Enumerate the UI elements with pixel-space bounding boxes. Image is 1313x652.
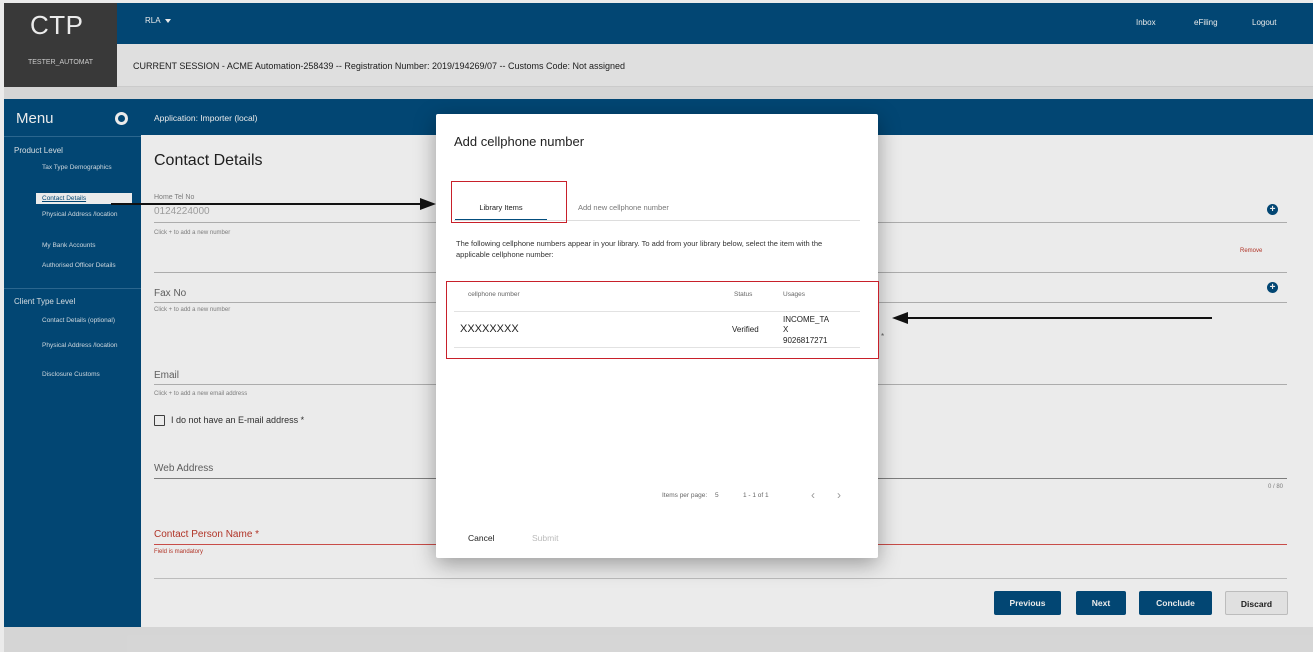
section-client-type-level: Client Type Level	[14, 297, 76, 306]
table-header-divider	[454, 311, 860, 312]
page-title: Contact Details	[154, 152, 263, 169]
session-bar: CURRENT SESSION - ACME Automation-258439…	[117, 44, 1313, 87]
footer-divider	[154, 578, 1287, 579]
add-fax-icon[interactable]: +	[1267, 282, 1278, 293]
column-usages: Usages	[783, 291, 806, 298]
annotation-arrow-left	[905, 317, 1212, 319]
arrow-head-left-icon	[892, 312, 908, 324]
logo-text: CTP	[30, 10, 84, 40]
menu-title: Menu	[16, 110, 54, 127]
usage-line-1: INCOME_TA	[783, 315, 830, 324]
sidebar-item-client-physical-address[interactable]: Physical Address /location	[42, 342, 122, 349]
nav-logout[interactable]: Logout	[1252, 18, 1276, 27]
status-cell: Verified	[732, 325, 759, 334]
submit-button[interactable]: Submit	[532, 533, 558, 543]
fax-label: Fax No	[154, 288, 187, 299]
previous-button[interactable]: Previous	[994, 591, 1061, 615]
contact-person-label: Contact Person Name *	[154, 529, 260, 540]
sidebar-item-physical-address[interactable]: Physical Address /location	[42, 211, 122, 218]
nav-inbox[interactable]: Inbox	[1136, 18, 1156, 27]
tab-library-items[interactable]: Library Items	[455, 195, 547, 221]
tab-add-new-cellphone[interactable]: Add new cellphone number	[578, 195, 669, 221]
sidebar-item-disclosure-customs[interactable]: Disclosure Customs	[42, 371, 122, 378]
sidebar-divider	[4, 288, 141, 289]
items-per-page-label: Items per page:	[662, 492, 708, 499]
current-user: TESTER_AUTOMAT	[27, 59, 94, 66]
no-email-checkbox[interactable]	[154, 415, 165, 426]
application-title: Application: Importer (local)	[154, 113, 258, 123]
home-tel-hint: Click + to add a new number	[154, 230, 231, 236]
usage-line-2: X	[783, 325, 789, 334]
no-email-label: I do not have an E-mail address *	[171, 415, 305, 425]
web-address-label: Web Address	[154, 463, 214, 474]
sidebar-item-tax-type-demographics[interactable]: Tax Type Demographics	[42, 164, 122, 171]
arrow-head-right-icon	[420, 198, 436, 210]
section-product-level: Product Level	[14, 146, 63, 155]
tab-divider	[454, 220, 860, 221]
next-page-icon[interactable]: ›	[837, 488, 841, 502]
annotation-arrow-right	[111, 203, 431, 205]
dialog-title: Add cellphone number	[454, 134, 585, 149]
caret-down-icon	[164, 18, 171, 23]
field-required-asterisk: *	[881, 332, 885, 341]
sidebar: Menu Product Level Tax Type Demographics…	[4, 99, 141, 627]
column-cellphone-number: cellphone number	[468, 291, 520, 298]
discard-button[interactable]: Discard	[1225, 591, 1288, 615]
page-range: 1 - 1 of 1	[743, 492, 769, 499]
add-home-tel-icon[interactable]: +	[1267, 204, 1278, 215]
rla-dropdown[interactable]: RLA	[145, 16, 171, 25]
column-status: Status	[734, 291, 753, 298]
home-tel-label: Home Tel No	[154, 194, 195, 201]
logo: CTP TESTER_AUTOMAT	[4, 3, 117, 87]
menu-toggle-icon[interactable]	[115, 112, 128, 125]
cellphone-number-cell: XXXXXXXX	[460, 323, 519, 335]
top-bar	[4, 3, 1313, 44]
nav-efiling[interactable]: eFiling	[1194, 18, 1218, 27]
bottom-strip	[4, 627, 1313, 652]
sidebar-item-authorised-officer[interactable]: Authorised Officer Details	[42, 262, 122, 269]
sidebar-item-bank-accounts[interactable]: My Bank Accounts	[42, 242, 122, 249]
table-row-divider	[454, 347, 860, 348]
conclude-button[interactable]: Conclude	[1139, 591, 1212, 615]
previous-page-icon[interactable]: ‹	[811, 488, 815, 502]
menu-header: Menu	[4, 99, 141, 137]
cancel-button[interactable]: Cancel	[468, 533, 494, 543]
web-address-counter: 0 / 80	[1268, 484, 1284, 490]
remove-link[interactable]: Remove	[1240, 248, 1262, 254]
items-per-page-select[interactable]: 5	[715, 492, 719, 499]
separator-strip	[4, 87, 1313, 99]
email-label: Email	[154, 370, 180, 381]
usage-line-3: 9026817271	[783, 336, 828, 345]
session-text: CURRENT SESSION - ACME Automation-258439…	[133, 61, 626, 71]
fax-hint: Click + to add a new number	[154, 307, 231, 313]
dialog-intro: The following cellphone numbers appear i…	[456, 239, 823, 259]
next-button[interactable]: Next	[1076, 591, 1126, 615]
add-cellphone-dialog: Add cellphone number Library Items Add n…	[436, 114, 878, 558]
sidebar-item-contact-details-optional[interactable]: Contact Details (optional)	[42, 317, 122, 324]
home-tel-input[interactable]: 0124224000	[154, 206, 210, 217]
rla-label: RLA	[145, 16, 161, 25]
contact-person-error: Field is mandatory	[154, 549, 204, 555]
email-hint: Click + to add a new email address	[154, 391, 248, 397]
